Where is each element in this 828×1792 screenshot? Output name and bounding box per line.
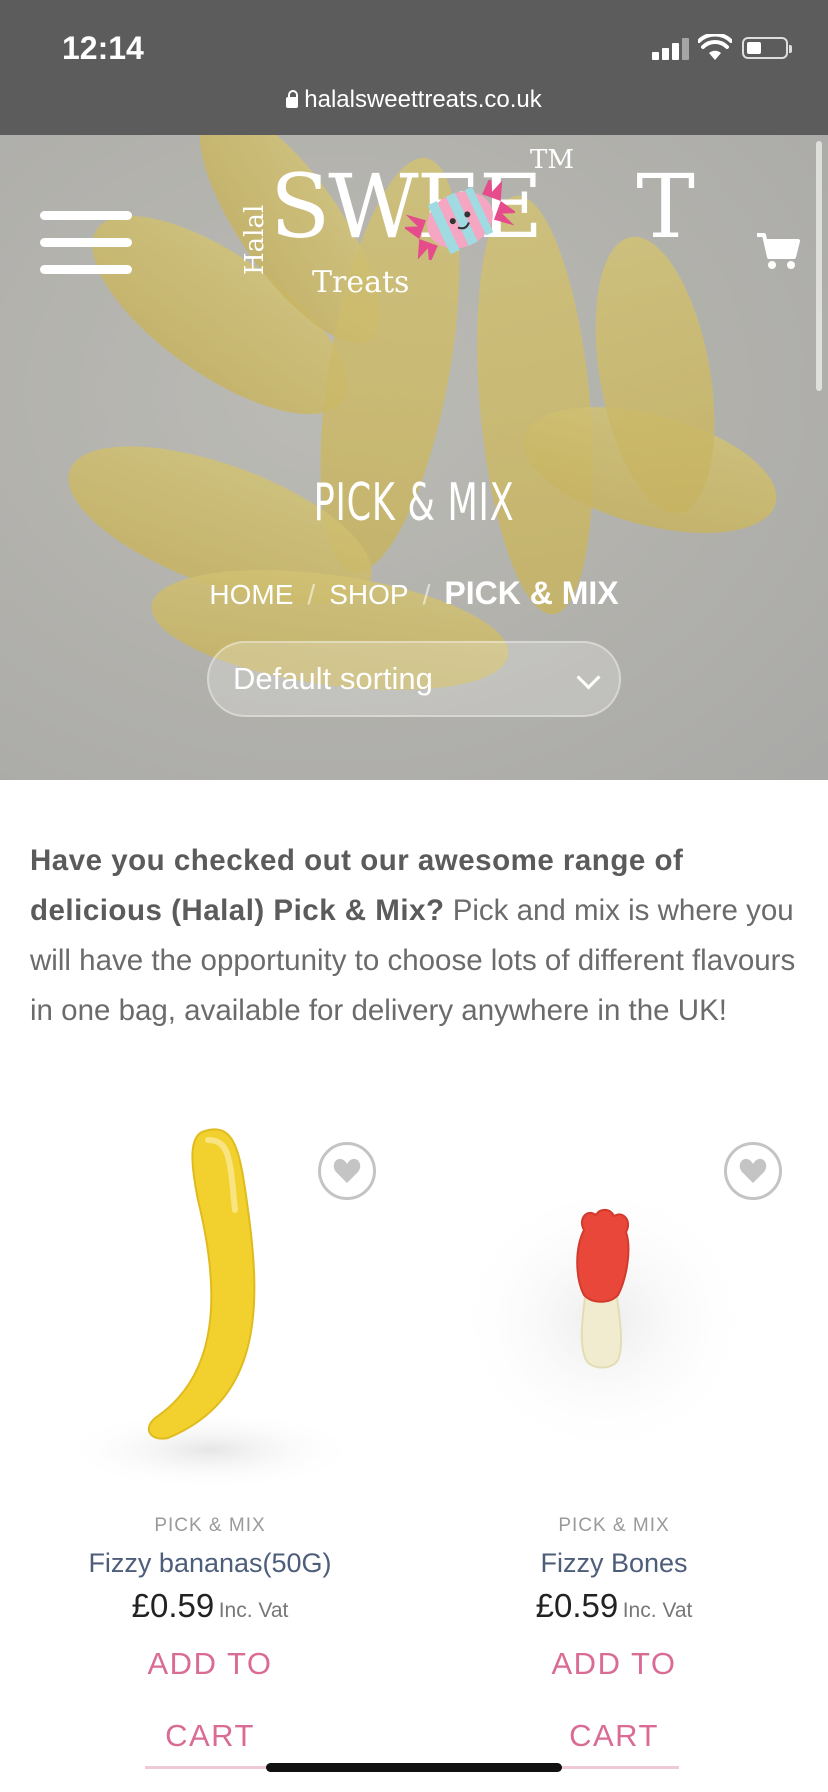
cart-icon[interactable] (756, 231, 800, 271)
heart-icon (333, 1158, 361, 1183)
status-bar: 12:14 halalsweettreats.co.uk (0, 0, 828, 135)
product-price: £0.59 Inc. Vat (434, 1587, 794, 1625)
product-category[interactable]: PICK & MIX (30, 1515, 390, 1537)
candy-logo-icon (405, 180, 515, 260)
hero-banner: Halal SWEE T Treats TM PICK & MIX HOME /… (0, 135, 828, 780)
lock-icon (286, 90, 299, 108)
price-vat-note: Inc. Vat (622, 1599, 693, 1622)
add-to-cart-label-line2: CART (569, 1718, 659, 1753)
site-logo[interactable]: Halal SWEE T Treats TM (240, 145, 695, 345)
product-card: PICK & MIX Fizzy Bones £0.59 Inc. Vat AD… (434, 1120, 794, 1792)
wishlist-button[interactable] (724, 1142, 782, 1200)
hamburger-menu-icon[interactable] (40, 211, 132, 275)
breadcrumb-shop-link[interactable]: SHOP (329, 579, 408, 610)
product-category[interactable]: PICK & MIX (434, 1515, 794, 1537)
price-amount: £0.59 (535, 1587, 619, 1624)
product-price: £0.59 Inc. Vat (30, 1587, 390, 1625)
logo-halal-text: Halal (240, 204, 270, 275)
price-vat-note: Inc. Vat (218, 1599, 289, 1622)
category-description: Have you checked out our awesome range o… (30, 836, 800, 1036)
battery-icon (742, 37, 792, 59)
logo-treats-text: Treats (312, 265, 410, 300)
sorting-select[interactable]: Default sorting (207, 641, 621, 717)
home-indicator[interactable] (266, 1763, 562, 1772)
add-to-cart-label-line1: ADD TO (551, 1646, 677, 1681)
add-to-cart-button[interactable]: ADD TO CART (434, 1628, 794, 1769)
status-time: 12:14 (62, 30, 144, 66)
url-text: halalsweettreats.co.uk (304, 86, 542, 113)
breadcrumb-home-link[interactable]: HOME (209, 579, 293, 610)
add-to-cart-label-line1: ADD TO (147, 1646, 273, 1681)
price-amount: £0.59 (131, 1587, 215, 1624)
sorting-selected-value: Default sorting (233, 661, 433, 696)
breadcrumb: HOME / SHOP / PICK & MIX (0, 575, 828, 612)
logo-trademark: TM (530, 145, 574, 175)
scrollbar[interactable] (816, 141, 822, 391)
product-card: PICK & MIX Fizzy bananas(50G) £0.59 Inc.… (30, 1120, 390, 1792)
product-name[interactable]: Fizzy bananas(50G) (30, 1548, 390, 1579)
breadcrumb-separator: / (422, 579, 431, 610)
breadcrumb-separator: / (307, 579, 316, 610)
heart-icon (739, 1158, 767, 1183)
product-name[interactable]: Fizzy Bones (434, 1548, 794, 1579)
wifi-icon (698, 34, 732, 60)
wishlist-button[interactable] (318, 1142, 376, 1200)
url-bar[interactable]: halalsweettreats.co.uk (0, 86, 828, 114)
chevron-down-icon (576, 665, 601, 690)
add-to-cart-label-line2: CART (165, 1718, 255, 1753)
add-to-cart-button[interactable]: ADD TO CART (30, 1628, 390, 1769)
signal-icon (652, 38, 692, 60)
page-title: PICK & MIX (313, 473, 515, 533)
breadcrumb-current: PICK & MIX (444, 575, 619, 611)
